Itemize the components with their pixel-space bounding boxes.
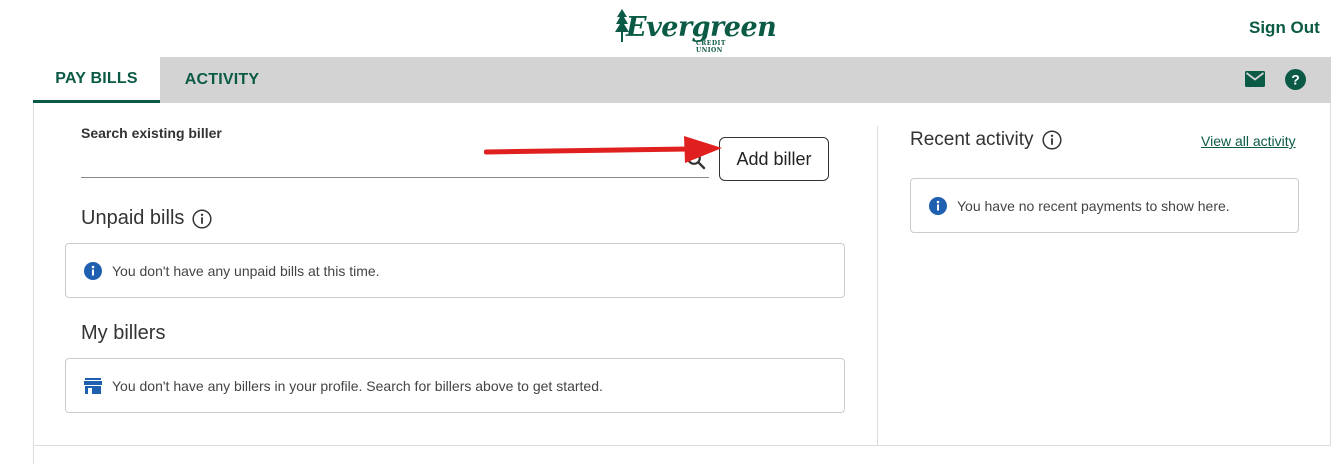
info-icon[interactable] [192, 208, 212, 229]
recent-activity-card: You have no recent payments to show here… [910, 178, 1299, 233]
search-label: Search existing biller [81, 125, 222, 141]
info-icon [929, 196, 947, 215]
store-icon [84, 377, 102, 394]
my-billers-title: My billers [81, 322, 166, 344]
mail-icon[interactable] [1245, 71, 1265, 87]
brand-logo[interactable]: Evergreen CREDIT UNION [614, 8, 777, 54]
tab-pay-bills[interactable]: PAY BILLS [33, 57, 160, 103]
tab-bar: PAY BILLS ACTIVITY ? [33, 57, 1331, 103]
unpaid-bills-heading: Unpaid bills [81, 207, 212, 230]
recent-activity-message: You have no recent payments to show here… [957, 197, 1230, 214]
my-billers-message: You don't have any billers in your profi… [112, 377, 603, 394]
my-billers-heading: My billers [81, 322, 165, 345]
info-icon[interactable] [1041, 130, 1062, 150]
unpaid-bills-message: You don't have any unpaid bills at this … [112, 262, 380, 279]
unpaid-bills-card: You don't have any unpaid bills at this … [65, 243, 845, 298]
help-icon[interactable]: ? [1285, 69, 1306, 90]
tab-activity[interactable]: ACTIVITY [160, 57, 284, 103]
annotation-arrow [484, 136, 722, 163]
divider-line [33, 446, 34, 464]
view-all-activity-link[interactable]: View all activity [1201, 133, 1296, 149]
unpaid-bills-title: Unpaid bills [81, 207, 185, 229]
info-icon [84, 261, 102, 280]
my-billers-card: You don't have any billers in your profi… [65, 358, 845, 413]
sign-out-link[interactable]: Sign Out [1249, 18, 1320, 38]
svg-text:?: ? [1291, 72, 1300, 88]
column-divider [877, 126, 878, 446]
recent-activity-title: Recent activity [910, 129, 1034, 150]
recent-activity-heading: Recent activity [910, 129, 1062, 151]
brand-wordmark: Evergreen [626, 12, 777, 43]
add-biller-button[interactable]: Add biller [719, 137, 829, 181]
brand-subtitle: CREDIT UNION [696, 40, 726, 54]
